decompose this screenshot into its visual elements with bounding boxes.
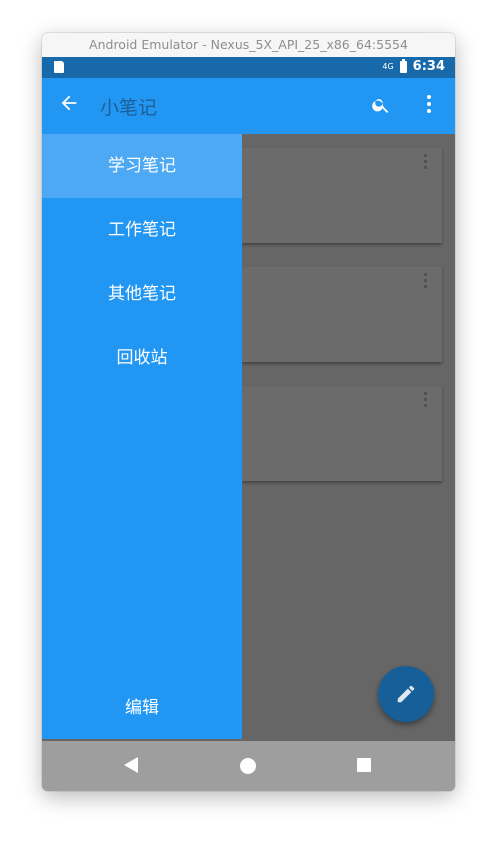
drawer-item-work-notes[interactable]: 工作笔记: [42, 198, 242, 262]
note-card[interactable]: [242, 267, 442, 362]
card-menu-icon[interactable]: [424, 154, 428, 172]
system-nav-bar: [42, 741, 455, 791]
search-icon[interactable]: [371, 95, 391, 119]
battery-icon: [399, 58, 407, 73]
drawer-item-recycle-bin[interactable]: 回收站: [42, 326, 242, 390]
sd-card-icon: [54, 61, 64, 73]
navigation-drawer: 学习笔记 工作笔记 其他笔记 回收站 编辑: [42, 134, 242, 739]
note-card[interactable]: [242, 148, 442, 243]
drawer-item-study-notes[interactable]: 学习笔记: [42, 134, 242, 198]
app-title: 小笔记: [100, 97, 158, 119]
edit-pencil-icon: [397, 685, 415, 703]
drawer-edit-button[interactable]: 编辑: [42, 676, 242, 740]
emulator-window: Android Emulator - Nexus_5X_API_25_x86_6…: [42, 33, 455, 791]
more-vert-icon[interactable]: [426, 94, 432, 118]
drawer-item-other-notes[interactable]: 其他笔记: [42, 262, 242, 326]
card-menu-icon[interactable]: [424, 273, 428, 291]
window-title: Android Emulator - Nexus_5X_API_25_x86_6…: [42, 33, 455, 58]
device-screen: 4G 6:34 小笔记 学习笔记 工作笔记 其他笔记 回收站 编辑: [42, 57, 455, 791]
card-menu-icon[interactable]: [424, 392, 428, 410]
note-card[interactable]: [242, 386, 442, 481]
app-bar: 小笔记: [42, 78, 455, 134]
status-bar: 4G 6:34: [42, 57, 455, 78]
nav-home-icon[interactable]: [239, 757, 257, 779]
arrow-left-icon[interactable]: [58, 92, 80, 118]
nav-back-icon[interactable]: [123, 756, 139, 778]
status-time: 6:34: [412, 59, 445, 74]
status-icons: 4G 6:34: [382, 58, 445, 74]
compose-fab[interactable]: [378, 666, 434, 722]
nav-recents-icon[interactable]: [356, 757, 372, 777]
signal-icon: 4G: [382, 61, 394, 71]
